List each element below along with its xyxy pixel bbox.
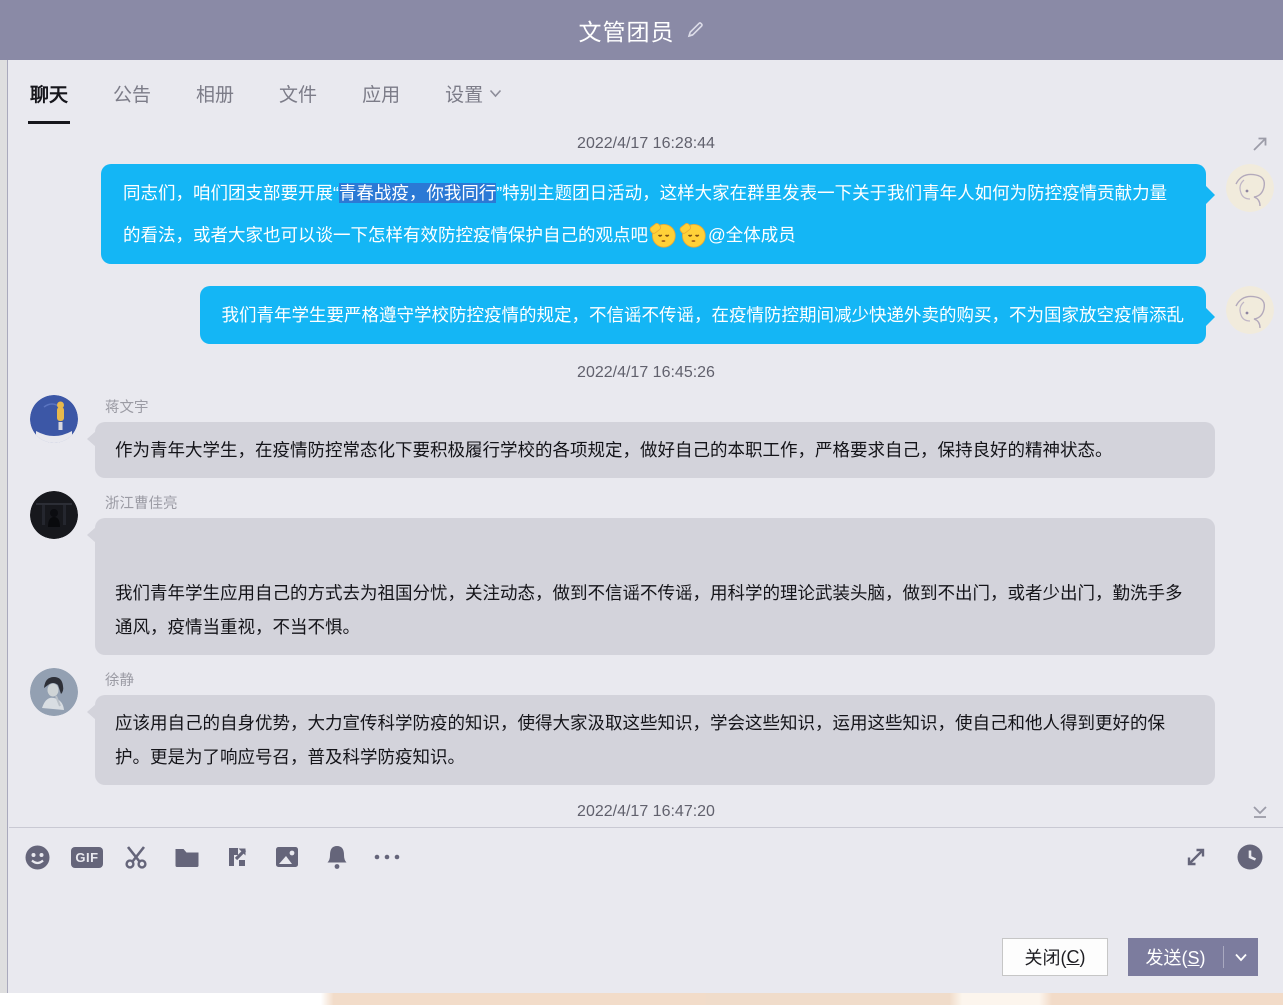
collapse-history-icon[interactable] (1250, 805, 1270, 821)
salute-emoji (649, 220, 677, 248)
tab-chat[interactable]: 聊天 (28, 62, 70, 125)
sender-name[interactable]: 浙江曹佳亮 (105, 492, 1215, 513)
message-text: 我们青年学生要严格遵守学校防控疫情的规定，不信谣不传谣，在疫情防控期间减少快递外… (222, 305, 1185, 325)
share-file-icon[interactable] (222, 842, 252, 872)
more-icon[interactable] (372, 842, 402, 872)
outgoing-message: 我们青年学生要严格遵守学校防控疫情的规定，不信谣不传谣，在疫情防控期间减少快递外… (9, 286, 1283, 344)
message-input[interactable] (22, 884, 1265, 934)
history-clock-icon[interactable] (1235, 842, 1265, 872)
self-avatar[interactable] (1226, 286, 1274, 334)
sender-name[interactable]: 蒋文宇 (105, 396, 1215, 417)
salute-emoji (679, 220, 707, 248)
tab-bar: 聊天 公告 相册 文件 应用 设置 (9, 60, 1283, 126)
button-row: 关闭(C) 发送(S) (1002, 938, 1258, 976)
gif-icon[interactable]: GIF (72, 842, 102, 872)
mention-all[interactable]: @全体成员 (708, 225, 796, 245)
edit-title-icon[interactable] (685, 20, 705, 40)
incoming-message: 徐静 应该用自己的自身优势，大力宣传科学防疫的知识，使得大家汲取这些知识，学会这… (9, 668, 1283, 785)
group-title: 文管团员 (579, 13, 675, 47)
member-avatar[interactable] (30, 395, 78, 443)
timestamp: 2022/4/17 16:28:44 (9, 135, 1283, 153)
tab-announcement[interactable]: 公告 (111, 62, 153, 125)
message-bubble: 应该用自己的自身优势，大力宣传科学防疫的知识，使得大家汲取这些知识，学会这些知识… (95, 695, 1215, 785)
sender-name[interactable]: 徐静 (105, 669, 1215, 690)
qq-group-chat-window: 文管团员 聊天 公告 相册 文件 应用 设置 2022/4/17 16:28:4… (0, 0, 1283, 1005)
input-panel: GIF (9, 827, 1283, 993)
input-toolbar-right (1157, 842, 1265, 872)
member-avatar[interactable] (30, 491, 78, 539)
tab-album[interactable]: 相册 (194, 62, 236, 125)
folder-icon[interactable] (172, 842, 202, 872)
expand-icon[interactable] (1181, 842, 1211, 872)
chat-history[interactable]: 2022/4/17 16:28:44 同志们，咱们团支部要开展“青春战疫，你我同… (9, 126, 1283, 827)
outgoing-message: 同志们，咱们团支部要开展“青春战疫，你我同行”特别主题团日活动，这样大家在群里发… (9, 164, 1283, 264)
bell-icon[interactable] (322, 842, 352, 872)
message-text: 我们青年学生应用自己的方式去为祖国分忧，关注动态，做到不信谣不传谣，用科学的理论… (115, 583, 1183, 637)
send-options-dropdown[interactable] (1224, 953, 1258, 962)
message-bubble: 同志们，咱们团支部要开展“青春战疫，你我同行”特别主题团日活动，这样大家在群里发… (101, 164, 1206, 264)
input-toolbar: GIF (22, 842, 422, 872)
image-icon[interactable] (272, 842, 302, 872)
desktop-background-strip (0, 993, 1283, 1005)
screenshot-scissors-icon[interactable] (122, 842, 152, 872)
member-avatar[interactable] (30, 668, 78, 716)
message-bubble: 我们青年学生要严格遵守学校防控疫情的规定，不信谣不传谣，在疫情防控期间减少快递外… (200, 286, 1207, 344)
emoji-icon[interactable] (22, 842, 52, 872)
window-left-edge (0, 60, 8, 993)
chevron-down-icon (489, 89, 502, 98)
message-bubble: 我们青年学生应用自己的方式去为祖国分忧，关注动态，做到不信谣不传谣，用科学的理论… (95, 518, 1215, 655)
send-button[interactable]: 发送(S) (1128, 938, 1258, 976)
tab-files[interactable]: 文件 (277, 62, 319, 125)
message-text: 应该用自己的自身优势，大力宣传科学防疫的知识，使得大家汲取这些知识，学会这些知识… (115, 713, 1165, 767)
self-avatar[interactable] (1226, 164, 1274, 212)
timestamp: 2022/4/17 16:47:20 (9, 803, 1283, 821)
title-bar: 文管团员 (0, 0, 1283, 60)
expand-history-icon[interactable] (1250, 134, 1270, 154)
incoming-message: 蒋文宇 作为青年大学生，在疫情防控常态化下要积极履行学校的各项规定，做好自己的本… (9, 395, 1283, 478)
incoming-message: 浙江曹佳亮 我们青年学生应用自己的方式去为祖国分忧，关注动态，做到不信谣不传谣，… (9, 491, 1283, 655)
close-button[interactable]: 关闭(C) (1002, 938, 1108, 976)
message-text: 作为青年大学生，在疫情防控常态化下要积极履行学校的各项规定，做好自己的本职工作，… (115, 440, 1113, 460)
highlighted-text: 青春战疫，你我同行 (339, 183, 497, 203)
timestamp: 2022/4/17 16:45:26 (9, 364, 1283, 382)
message-bubble: 作为青年大学生，在疫情防控常态化下要积极履行学校的各项规定，做好自己的本职工作，… (95, 422, 1215, 478)
message-text: 同志们，咱们团支部要开展“ (123, 183, 339, 203)
tab-settings[interactable]: 设置 (443, 62, 504, 125)
tab-apps[interactable]: 应用 (360, 62, 402, 125)
